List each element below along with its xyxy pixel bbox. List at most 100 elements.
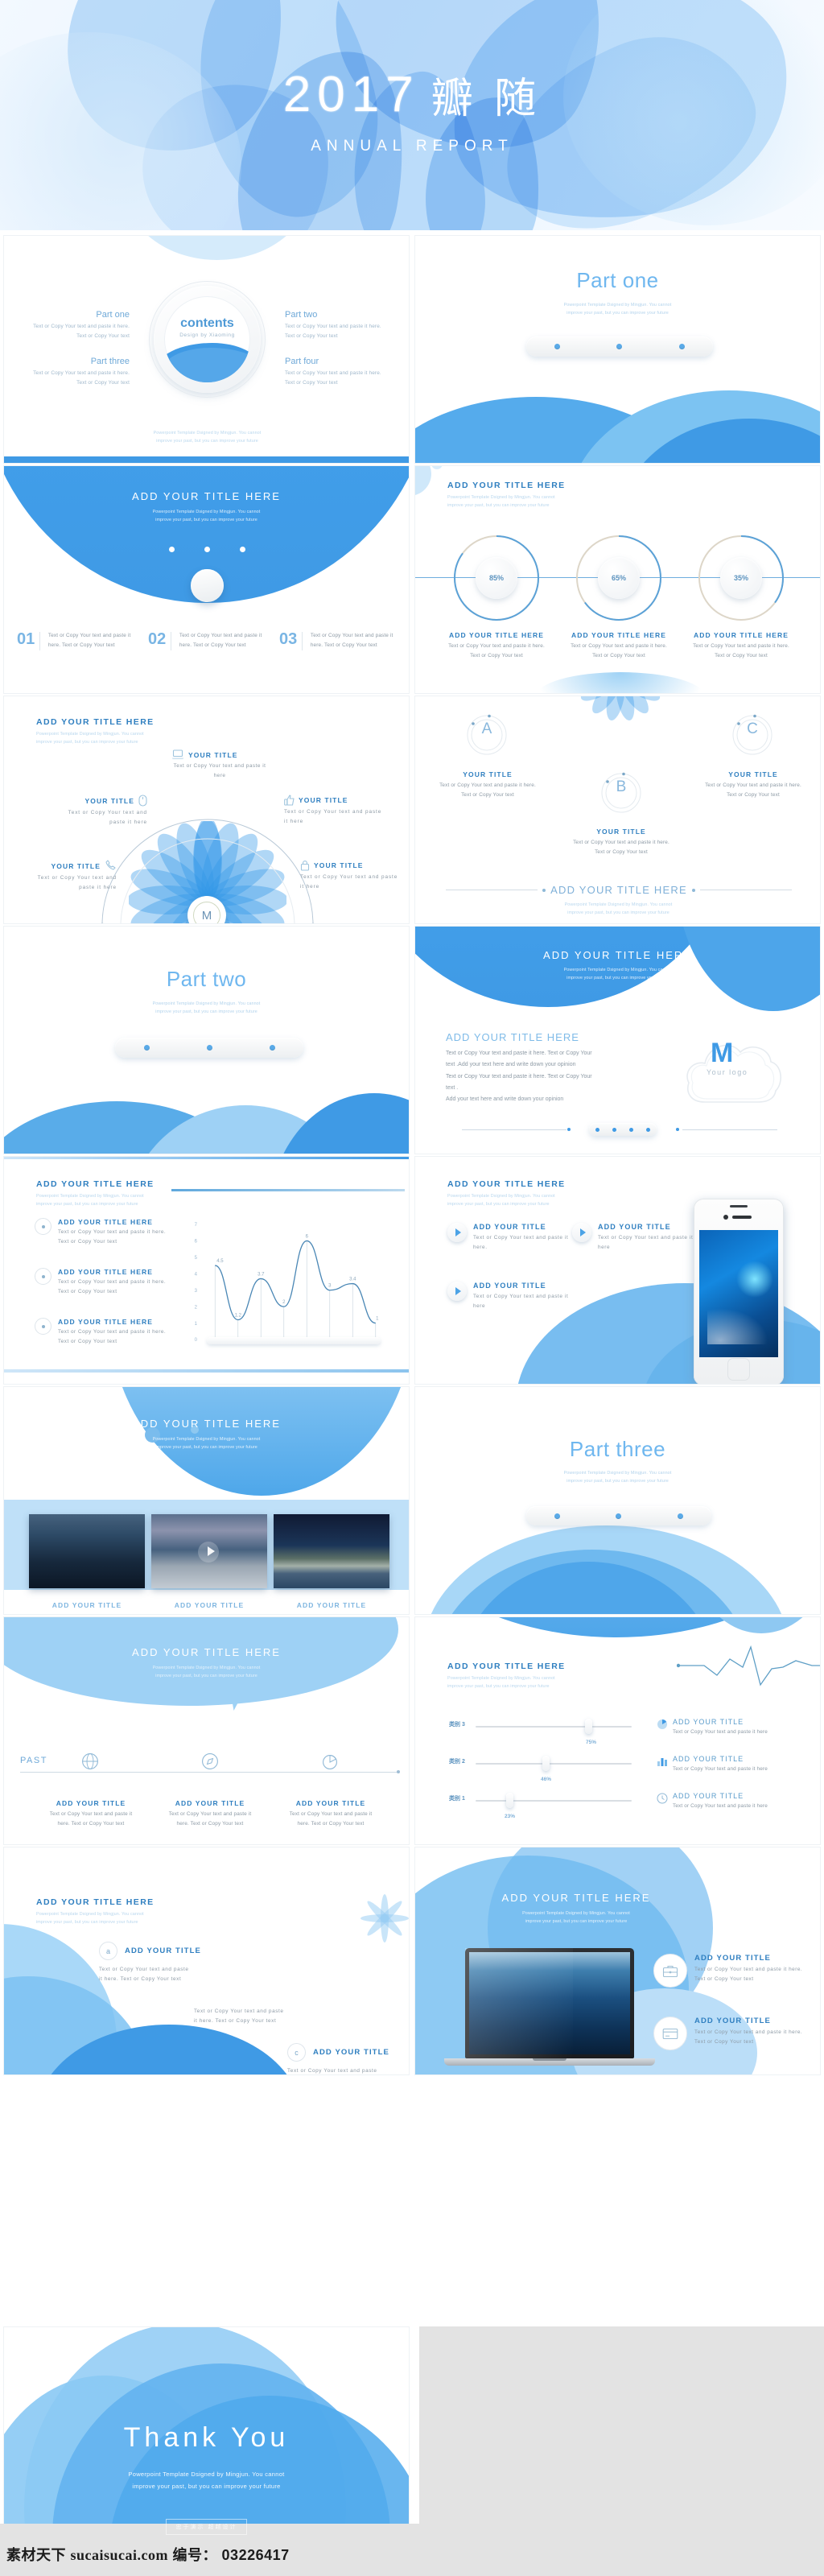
numbers-slide[interactable]: ADD YOUR TITLE HERE Powerpoint Template … [3,465,410,694]
phone-slide[interactable]: ADD YOUR TITLE HERE Powerpoint Template … [414,1156,821,1385]
flower-center-letter: M [193,902,220,923]
laptop-item-2[interactable]: ADD YOUR TITLE Text or Copy Your text an… [653,2017,807,2050]
sliders-item-3[interactable]: ADD YOUR TITLE Text or Copy Your text an… [657,1792,810,1811]
part-three-cover-slide[interactable]: Part three Powerpoint Template Dsigned b… [414,1386,821,1615]
donuts-slide[interactable]: ADD YOUR TITLE HERE Powerpoint Template … [414,465,821,694]
part-one-cover-slide[interactable]: Part one Powerpoint Template Dsigned by … [414,235,821,464]
phone-item-3[interactable]: ADD YOUR TITLE Text or Copy Your text an… [447,1282,580,1312]
pager-dot[interactable] [554,344,561,349]
laptop-item-title: ADD YOUR TITLE [694,1954,771,1963]
thank-you-slide[interactable]: Thank You Powerpoint Template Dsigned by… [3,2326,410,2556]
hero-text-group: 2017 瓣 随 ANNUAL REPORT [0,64,824,155]
number-item-03[interactable]: 03 Text or Copy Your text and paste it h… [279,631,399,651]
thank-you-button[interactable]: 忠于演示 超越设计 [165,2519,248,2535]
compass-icon[interactable] [201,1752,219,1770]
part-two-pager[interactable] [115,1038,303,1058]
contents-item-part-three[interactable]: Part three Text or Copy Your text and pa… [25,357,130,389]
gallery-caption-2: ADD YOUR TITLE [174,1601,245,1609]
slider-knob[interactable] [542,1756,550,1771]
svg-text:4.5: 4.5 [216,1259,224,1264]
pager-dot[interactable] [678,344,685,349]
pager-dot[interactable] [629,1127,633,1132]
sliders-title: ADD YOUR TITLE HERE [447,1662,566,1671]
pager-dot[interactable] [554,1513,560,1519]
sliders-item-1[interactable]: ADD YOUR TITLE Text or Copy Your text an… [657,1718,810,1737]
flower-item-left-lower[interactable]: YOUR TITLE Text or Copy Your text and pa… [22,860,117,894]
chart-title: ADD YOUR TITLE HERE [36,1179,154,1189]
part-three-pager[interactable] [526,1506,711,1525]
flower-icons-slide[interactable]: ADD YOUR TITLE HERE Powerpoint Template … [3,696,410,924]
slider-knob[interactable] [506,1793,513,1808]
part-one-tagline: Powerpoint Template Dsigned by Mingjun. … [563,303,672,316]
gallery-slide[interactable]: ADD YOUR TITLE HERE Powerpoint Template … [3,1386,410,1615]
chart-rule [171,1189,405,1191]
timeline-item-3[interactable]: ADD YOUR TITLE Text or Copy Your text an… [286,1799,376,1830]
pager-dot[interactable] [169,547,175,552]
pager-dot[interactable] [595,1127,599,1132]
watermark-site: sucaisucai.com [70,2547,169,2563]
flower-item-top[interactable]: YOUR TITLE Text or Copy Your text and pa… [171,749,268,782]
abc-lower-item-c[interactable]: c ADD YOUR TITLE Text or Copy Your text … [287,2043,389,2074]
gallery-photo-3[interactable] [274,1514,389,1588]
slider-knob[interactable] [585,1719,592,1734]
numbers-pager[interactable] [169,547,245,552]
thank-you-tagline: Powerpoint Template Dsigned by Mingjun. … [128,2471,285,2490]
pager-dot[interactable] [616,344,623,349]
pager-dot[interactable] [204,547,210,552]
contents-item-part-four[interactable]: Part four Text or Copy Your text and pas… [285,357,389,389]
pager-dot[interactable] [646,1127,650,1132]
contents-item-label: Part four [285,357,319,366]
sliders-item-text: Text or Copy Your text and paste it here [673,1766,768,1772]
play-icon[interactable] [447,1282,467,1301]
chart-bullet-2[interactable]: ADD YOUR TITLE HERE Text or Copy Your te… [35,1268,171,1298]
play-icon[interactable] [572,1223,591,1242]
donut-title: ADD YOUR TITLE HERE [571,631,667,639]
part-two-cover-slide[interactable]: Part two Powerpoint Template Dsigned by … [3,926,410,1154]
laptop-slide[interactable]: ADD YOUR TITLE HERE Powerpoint Template … [414,1847,821,2075]
chart-slide[interactable]: ADD YOUR TITLE HERE Powerpoint Template … [3,1156,410,1385]
flower-item-left-upper[interactable]: YOUR TITLE Text or Copy Your text and pa… [51,795,147,828]
number-item-02[interactable]: 02 Text or Copy Your text and paste it h… [148,631,268,651]
contents-item-part-two[interactable]: Part two Text or Copy Your text and past… [285,310,389,342]
globe-icon[interactable] [81,1752,99,1770]
part-one-pager[interactable] [526,336,713,357]
chart-bullet-3[interactable]: ADD YOUR TITLE HERE Text or Copy Your te… [35,1318,171,1348]
pager-dot[interactable] [616,1513,622,1519]
abc-slide[interactable]: A YOUR TITLE Text or Copy Your text and … [414,696,821,924]
contents-item-desc: Text or Copy Your text and paste it here… [285,324,381,340]
chart-bullet-text: Text or Copy Your text and paste it here… [58,1329,167,1345]
numbers-center-button[interactable] [191,569,224,602]
pager-dot[interactable] [206,1045,212,1051]
pager-dot[interactable] [143,1045,150,1051]
sliders-slide[interactable]: ADD YOUR TITLE HERE Powerpoint Template … [414,1616,821,1845]
abc-lower-item-b[interactable]: Text or Copy Your text and paste it here… [194,2007,289,2027]
timeline-slide[interactable]: ADD YOUR TITLE HERE Powerpoint Template … [3,1616,410,1845]
piechart-icon[interactable] [322,1752,340,1770]
pager-dot[interactable] [269,1045,275,1051]
pager-dot[interactable] [678,1513,684,1519]
gallery-photo-1[interactable] [29,1514,145,1588]
cloud-pager[interactable] [589,1123,657,1136]
timeline-title: ADD YOUR TITLE HERE [132,1646,281,1658]
abc-lower-slide[interactable]: ADD YOUR TITLE HERE Powerpoint Template … [3,1847,410,2075]
play-icon[interactable] [208,1546,215,1556]
timeline-item-2[interactable]: ADD YOUR TITLE Text or Copy Your text an… [165,1799,255,1830]
phone-item-1[interactable]: ADD YOUR TITLE Text or Copy Your text an… [447,1223,580,1253]
sliders-item-2[interactable]: ADD YOUR TITLE Text or Copy Your text an… [657,1755,810,1774]
contents-item-part-one[interactable]: Part one Text or Copy Your text and past… [25,310,130,342]
number-item-01[interactable]: 01 Text or Copy Your text and paste it h… [17,631,137,651]
phone-item-2[interactable]: ADD YOUR TITLE Text or Copy Your text an… [572,1223,705,1253]
pager-dot[interactable] [240,547,245,552]
abc-lower-item-a[interactable]: a ADD YOUR TITLE Text or Copy Your text … [99,1942,201,1985]
contents-slide[interactable]: contents Design by Xiaoming Part one Tex… [3,235,410,464]
timeline-item-1[interactable]: ADD YOUR TITLE Text or Copy Your text an… [46,1799,136,1830]
flower-item-right-upper[interactable]: YOUR TITLE Text or Copy Your text and pa… [284,795,385,828]
pager-dot[interactable] [612,1127,616,1132]
gallery-photo-2[interactable] [151,1514,267,1588]
flower-item-right-lower[interactable]: YOUR TITLE Text or Copy Your text and pa… [300,860,401,893]
laptop-item-1[interactable]: ADD YOUR TITLE Text or Copy Your text an… [653,1954,807,1988]
phone-item-text: Text or Copy Your text and paste it here [598,1235,694,1251]
cloud-logo-slide[interactable]: ADD YOUR TITLE HERE Powerpoint Template … [414,926,821,1154]
play-icon[interactable] [447,1223,467,1242]
chart-bullet-1[interactable]: ADD YOUR TITLE HERE Text or Copy Your te… [35,1218,171,1248]
